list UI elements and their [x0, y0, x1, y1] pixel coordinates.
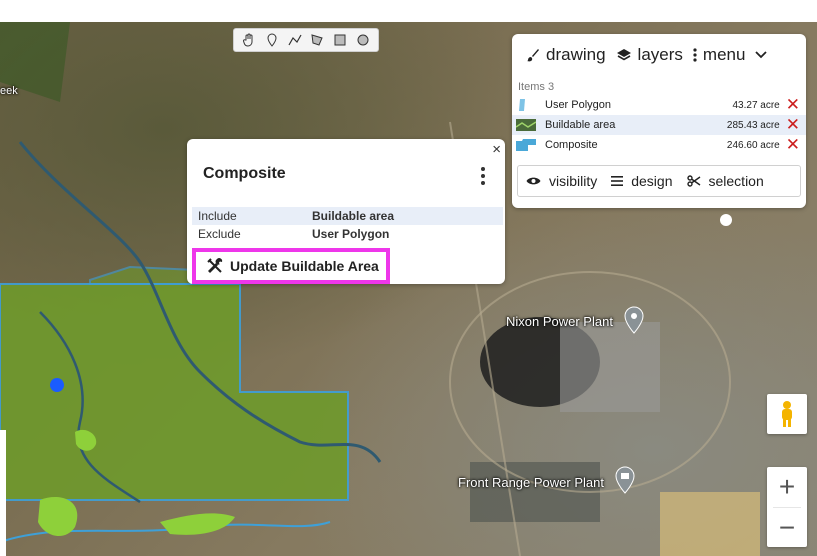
pin-icon[interactable] — [263, 31, 281, 49]
tab-layers-label: layers — [637, 45, 683, 64]
popup-title: Composite — [203, 165, 286, 182]
brush-icon — [527, 49, 539, 62]
tab-design[interactable]: design — [611, 173, 673, 189]
tab-visibility-label: visibility — [549, 173, 598, 189]
exclude-label: Exclude — [198, 227, 241, 241]
polyline-icon[interactable] — [286, 31, 304, 49]
tab-menu[interactable]: menu — [693, 45, 746, 65]
close-icon[interactable]: × — [492, 141, 501, 158]
front-range-power-plant-label[interactable]: Front Range Power Plant — [458, 475, 604, 490]
layer-acres: 246.60 acre — [726, 139, 780, 151]
layer-acres: 43.27 acre — [732, 99, 780, 111]
tools-icon — [207, 258, 223, 273]
composite-swatch-icon — [516, 139, 536, 151]
eye-icon — [526, 177, 541, 185]
layer-row[interactable]: Buildable area 285.43 acre ✕ — [512, 115, 806, 135]
nixon-power-plant-label[interactable]: Nixon Power Plant — [506, 314, 613, 329]
tab-layers[interactable]: layers — [616, 45, 683, 65]
delete-icon[interactable]: ✕ — [786, 136, 800, 153]
user-polygon-swatch-icon — [519, 99, 525, 111]
chevron-down-icon — [755, 51, 768, 59]
include-value: Buildable area — [312, 209, 395, 223]
tab-selection[interactable]: selection — [686, 173, 764, 189]
scissors-icon — [686, 175, 700, 187]
landmark-pin-icon[interactable] — [614, 466, 636, 494]
panel-bottom-tabs: visibility design selection — [517, 165, 801, 197]
zoom-in-button[interactable]: + — [767, 467, 807, 507]
layer-row[interactable]: Composite 246.60 acre ✕ — [512, 135, 806, 155]
tab-design-label: design — [631, 173, 673, 189]
green-blob-2 — [160, 513, 235, 535]
layer-name: Buildable area — [545, 119, 616, 131]
layers-icon — [616, 49, 631, 61]
items-count: Items 3 — [518, 81, 555, 93]
tab-visibility[interactable]: visibility — [526, 173, 597, 189]
delete-icon[interactable]: ✕ — [786, 96, 800, 113]
zoom-out-button[interactable]: − — [767, 508, 807, 548]
buildable-area-polygon[interactable] — [0, 283, 349, 501]
popup-menu-icon[interactable] — [481, 167, 485, 188]
kebab-icon — [693, 48, 697, 62]
include-exclude-table: Include Buildable area Exclude User Poly… — [192, 207, 503, 243]
sand-pond — [660, 492, 760, 556]
update-buildable-area-button[interactable]: Update Buildable Area — [192, 248, 390, 284]
green-blob — [38, 497, 78, 537]
circle-icon[interactable] — [354, 31, 372, 49]
place-pin-icon[interactable] — [623, 306, 645, 334]
drawing-panel: drawing layers menu Items 3 User Polygon… — [512, 34, 806, 208]
exclude-value: User Polygon — [312, 227, 390, 241]
street-view-button[interactable] — [767, 394, 807, 434]
drawing-toolbar — [233, 28, 379, 52]
left-panel-edge — [0, 430, 6, 556]
zoom-control: + − — [767, 467, 807, 547]
location-marker[interactable] — [50, 378, 64, 392]
layer-row[interactable]: User Polygon 43.27 acre ✕ — [512, 95, 806, 115]
pegman-icon — [782, 401, 792, 427]
lines-icon — [611, 176, 624, 186]
white-tank — [720, 214, 732, 226]
tab-drawing-label: drawing — [546, 45, 606, 64]
include-row: Include Buildable area — [192, 207, 503, 225]
creek-label: eek — [0, 85, 18, 97]
rectangle-icon[interactable] — [331, 31, 349, 49]
collapse-button[interactable] — [755, 51, 768, 59]
buildable-area-swatch-icon — [516, 119, 536, 131]
update-button-label: Update Buildable Area — [230, 258, 379, 274]
tab-menu-label: menu — [702, 45, 746, 64]
exclude-row: Exclude User Polygon — [192, 225, 503, 243]
tab-selection-label: selection — [708, 173, 764, 189]
top-bar — [0, 0, 817, 22]
hand-icon[interactable] — [240, 31, 258, 49]
plant-site — [560, 322, 660, 412]
tab-drawing[interactable]: drawing — [526, 45, 606, 65]
layer-name: Composite — [545, 139, 598, 151]
include-label: Include — [198, 209, 237, 223]
delete-icon[interactable]: ✕ — [786, 116, 800, 133]
composite-popup: × Composite Include Buildable area Exclu… — [187, 139, 505, 284]
panel-header: drawing layers menu — [512, 34, 806, 76]
layer-name: User Polygon — [545, 99, 612, 111]
polygon-icon[interactable] — [308, 31, 326, 49]
layer-acres: 285.43 acre — [726, 119, 780, 131]
